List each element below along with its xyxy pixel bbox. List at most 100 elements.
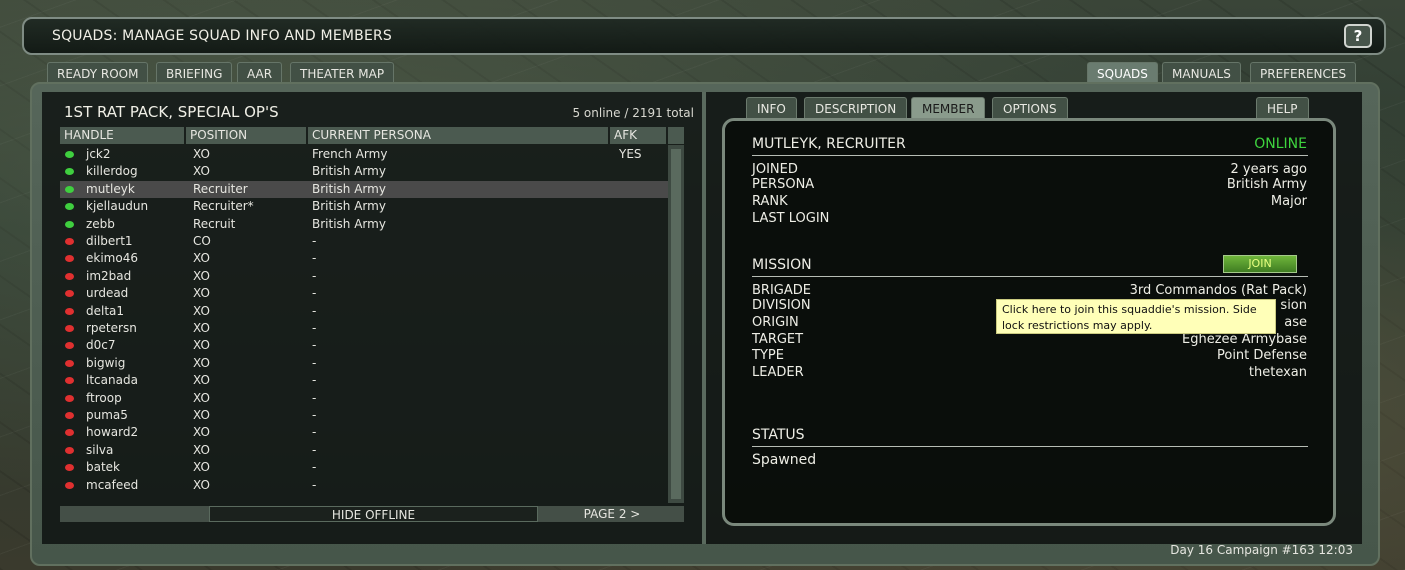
tab-preferences[interactable]: PREFERENCES — [1250, 62, 1357, 84]
member-position: XO — [193, 373, 210, 388]
member-online-status: ONLINE — [1254, 136, 1307, 152]
column-header-afk[interactable]: AFK — [610, 127, 666, 144]
member-position: XO — [193, 303, 210, 318]
offline-status-icon — [65, 290, 74, 298]
mission-header-divider — [752, 276, 1308, 277]
member-row[interactable]: mutleyk Recruiter British Army — [60, 180, 668, 199]
member-persona: - — [312, 355, 317, 370]
field-label-brigade: BRIGADE — [752, 283, 811, 298]
next-page-button[interactable]: PAGE 2 > — [540, 506, 684, 522]
tab-options[interactable]: OPTIONS — [992, 97, 1068, 119]
offline-status-icon — [65, 359, 74, 367]
tab-theater-map[interactable]: THEATER MAP — [290, 62, 395, 84]
status-value: Spawned — [752, 452, 817, 468]
member-persona: French Army — [312, 147, 388, 161]
member-row[interactable]: batek XO - — [60, 459, 668, 476]
member-row[interactable]: dilbert1 CO - — [60, 233, 668, 250]
member-position: XO — [193, 338, 210, 353]
member-row[interactable]: kjellaudun Recruiter* British Army — [60, 198, 668, 215]
field-label-rank: RANK — [752, 194, 788, 209]
detail-help-button[interactable]: HELP — [1256, 97, 1309, 119]
tab-description[interactable]: DESCRIPTION — [804, 97, 908, 119]
member-handle: puma5 — [86, 408, 128, 422]
tab-info[interactable]: INFO — [746, 97, 797, 119]
tab-squads[interactable]: SQUADS — [1087, 62, 1158, 84]
member-list-scrollbar[interactable] — [668, 145, 684, 503]
member-row[interactable]: d0c7 XO - — [60, 337, 668, 354]
member-row[interactable]: ekimo46 XO - — [60, 250, 668, 267]
member-persona: British Army — [312, 216, 386, 231]
member-handle: kjellaudun — [86, 199, 149, 214]
game-clock: 12:03 — [1318, 543, 1353, 557]
field-value-leader: thetexan — [1248, 365, 1307, 380]
member-position: XO — [193, 442, 210, 457]
member-row[interactable]: killerdog XO British Army — [60, 163, 668, 180]
hide-offline-button[interactable]: HIDE OFFLINE — [209, 506, 538, 522]
member-row[interactable]: im2bad XO - — [60, 268, 668, 285]
member-persona: - — [312, 303, 317, 318]
member-position: XO — [193, 477, 210, 492]
member-row[interactable]: puma5 XO - — [60, 407, 668, 424]
help-button[interactable]: ? — [1344, 24, 1372, 48]
offline-status-icon — [65, 412, 74, 419]
offline-status-icon — [65, 342, 74, 350]
member-row[interactable]: ftroop XO - — [60, 390, 668, 407]
member-persona: British Army — [312, 181, 386, 196]
member-row[interactable]: zebb Recruit British Army — [60, 216, 668, 233]
member-handle: mcafeed — [86, 477, 139, 492]
member-persona: - — [312, 373, 317, 388]
member-header: MUTLEYK, RECRUITER — [752, 136, 906, 152]
member-persona: - — [312, 408, 317, 422]
member-position: XO — [193, 164, 210, 179]
member-row[interactable]: rpetersn XO - — [60, 320, 668, 337]
campaign-status: Day 16 Campaign #163 12:03 — [1170, 543, 1353, 557]
field-value-origin: ase — [1284, 315, 1307, 330]
member-row[interactable]: delta1 XO - — [60, 303, 668, 320]
offline-status-icon — [65, 446, 74, 454]
member-header-divider — [752, 155, 1308, 156]
member-position: XO — [193, 355, 210, 370]
member-afk: YES — [619, 147, 642, 161]
tab-briefing[interactable]: BRIEFING — [156, 62, 233, 84]
member-row[interactable]: jck2 XO French Army YES — [60, 146, 668, 163]
tab-manuals[interactable]: MANUALS — [1162, 62, 1241, 84]
member-position: XO — [193, 460, 210, 475]
field-label-type: TYPE — [752, 348, 784, 363]
column-header-position[interactable]: POSITION — [186, 127, 306, 144]
field-value-type: Point Defense — [1216, 348, 1307, 363]
member-persona: - — [312, 251, 317, 266]
member-row[interactable]: urdead XO - — [60, 285, 668, 302]
scrollbar-header — [668, 127, 684, 144]
member-handle: im2bad — [86, 268, 132, 283]
title-bar: SQUADS: MANAGE SQUAD INFO AND MEMBERS ? — [22, 17, 1386, 55]
offline-status-icon — [65, 255, 74, 263]
column-header-current-persona[interactable]: CURRENT PERSONA — [308, 127, 608, 144]
member-row[interactable]: howard2 XO - — [60, 424, 668, 441]
join-mission-button[interactable]: JOIN — [1223, 255, 1297, 273]
offline-status-icon — [65, 272, 74, 280]
member-row[interactable]: silva XO - — [60, 442, 668, 459]
offline-status-icon — [65, 377, 74, 385]
field-value-persona: British Army — [1226, 177, 1307, 192]
member-persona: - — [312, 286, 317, 301]
member-row[interactable]: mcafeed XO - — [60, 477, 668, 494]
member-persona: - — [312, 234, 317, 248]
member-position: XO — [193, 390, 210, 405]
member-handle: delta1 — [86, 303, 125, 318]
window-title: SQUADS: MANAGE SQUAD INFO AND MEMBERS — [52, 28, 393, 44]
tab-member[interactable]: MEMBER — [911, 97, 986, 119]
member-position: XO — [193, 321, 210, 335]
online-status-icon — [65, 220, 74, 228]
member-handle: silva — [86, 442, 114, 457]
online-status-icon — [65, 151, 74, 158]
member-handle: urdead — [86, 286, 129, 301]
member-row[interactable]: bigwig XO - — [60, 355, 668, 372]
member-row[interactable]: ltcanada XO - — [60, 372, 668, 389]
tab-aar[interactable]: AAR — [237, 62, 283, 84]
scrollbar-thumb[interactable] — [671, 149, 681, 499]
tab-ready-room[interactable]: READY ROOM — [47, 62, 149, 84]
member-persona: - — [312, 338, 317, 353]
field-label-origin: ORIGIN — [752, 315, 799, 330]
member-position: XO — [193, 268, 210, 283]
column-header-handle[interactable]: HANDLE — [60, 127, 184, 144]
